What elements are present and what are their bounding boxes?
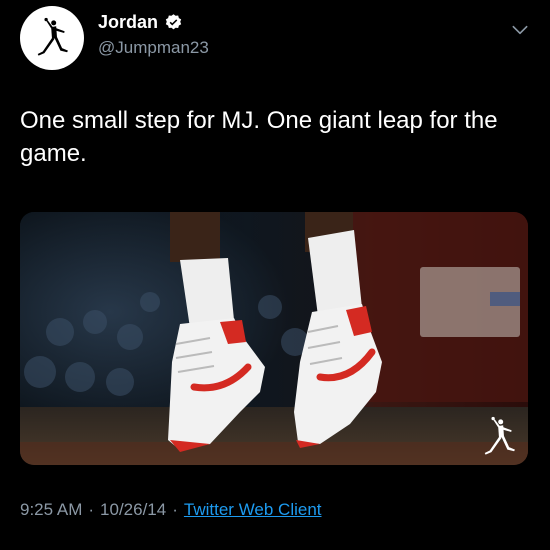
jumpman-logo-icon xyxy=(37,17,68,56)
avatar[interactable] xyxy=(20,6,84,70)
tweet-meta: 9:25 AM · 10/26/14 · Twitter Web Client xyxy=(20,500,322,520)
meta-separator-2: · xyxy=(172,500,178,519)
tweet-menu-button[interactable] xyxy=(510,20,530,40)
tweet-media-photo[interactable] xyxy=(20,212,528,465)
tweet-text: One small step for MJ. One giant leap fo… xyxy=(20,107,498,167)
verified-badge-icon xyxy=(164,13,183,32)
chevron-down-icon xyxy=(512,25,528,35)
tweet-time[interactable]: 9:25 AM xyxy=(20,500,82,520)
sneakers-photo xyxy=(20,212,528,465)
author-handle[interactable]: @Jumpman23 xyxy=(98,38,209,58)
meta-separator: · xyxy=(88,500,95,519)
author-name-row: Jordan xyxy=(98,12,183,33)
author-display-name[interactable]: Jordan xyxy=(98,12,158,33)
tweet-date[interactable]: 10/26/14 xyxy=(100,500,166,520)
tweet: Jordan @Jumpman23 One small step for MJ.… xyxy=(0,0,550,550)
tweet-source-link[interactable]: Twitter Web Client xyxy=(184,500,322,520)
